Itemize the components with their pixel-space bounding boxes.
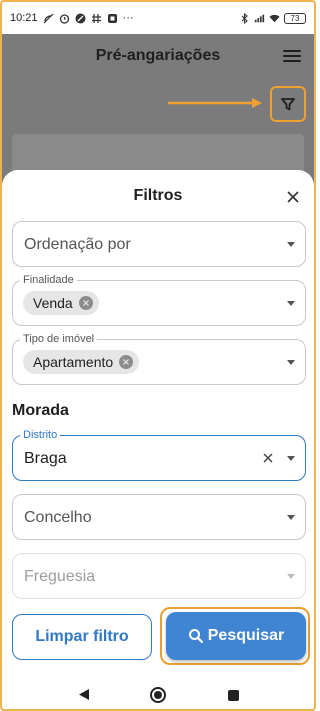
purpose-chip: Venda [23, 291, 99, 315]
remove-chip-icon[interactable] [119, 355, 134, 369]
annotation-arrow-icon [168, 98, 262, 108]
filter-button[interactable] [270, 86, 306, 122]
district-value: Braga [24, 450, 67, 467]
close-icon [287, 191, 299, 203]
chevron-down-icon [287, 515, 295, 520]
filter-sheet: Filtros Ordenação por Finalidade Venda T… [2, 170, 314, 678]
municipality-select[interactable]: Concelho [12, 494, 306, 540]
chevron-down-icon [287, 574, 295, 579]
screen: 10:21 ··· 73 Pré-angariações Filtros Ord… [0, 0, 316, 711]
chevron-down-icon [287, 301, 295, 306]
do-not-disturb-icon [75, 13, 86, 24]
home-icon[interactable] [150, 687, 166, 703]
property-type-select[interactable]: Tipo de imóvel Apartamento [12, 333, 306, 385]
nfc-icon [107, 13, 118, 24]
system-nav-bar [2, 678, 314, 709]
recents-icon[interactable] [228, 690, 239, 701]
district-label: Distrito [20, 429, 61, 441]
bluetooth-icon [239, 12, 250, 24]
search-button[interactable]: Pesquisar [166, 612, 306, 660]
purpose-select[interactable]: Finalidade Venda [12, 274, 306, 326]
property-type-chip-label: Apartamento [33, 354, 114, 370]
property-type-chip: Apartamento [23, 350, 140, 374]
chevron-down-icon [287, 456, 295, 461]
clear-filter-button[interactable]: Limpar filtro [12, 614, 152, 660]
status-time: 10:21 [10, 12, 38, 24]
remove-chip-icon[interactable] [78, 296, 93, 310]
municipality-placeholder: Concelho [24, 509, 92, 526]
filter-funnel-icon [281, 98, 295, 111]
battery-icon: 73 [284, 12, 306, 24]
parish-select: Freguesia [12, 553, 306, 599]
signal-icon [254, 13, 265, 24]
purpose-label: Finalidade [20, 274, 77, 286]
close-button[interactable] [282, 186, 304, 208]
page-title: Pré-angariações [95, 47, 221, 64]
sort-by-select[interactable]: Ordenação por [12, 221, 306, 267]
chevron-down-icon [287, 360, 295, 365]
district-select[interactable]: Distrito Braga [12, 429, 306, 481]
sort-by-placeholder: Ordenação por [24, 236, 131, 253]
call-off-icon [43, 13, 54, 24]
purpose-chip-label: Venda [33, 295, 73, 311]
property-type-label: Tipo de imóvel [20, 333, 98, 345]
hash-icon [91, 13, 102, 24]
address-section-heading: Morada [12, 402, 69, 419]
app-bar: Pré-angariações [2, 34, 314, 78]
hamburger-menu-icon[interactable] [282, 46, 302, 66]
sheet-title: Filtros [133, 187, 183, 204]
alarm-icon [59, 13, 70, 24]
search-button-label: Pesquisar [207, 627, 285, 644]
parish-placeholder: Freguesia [24, 568, 96, 585]
status-bar: 10:21 ··· 73 [2, 2, 314, 34]
search-icon [188, 629, 203, 644]
back-icon[interactable] [78, 688, 90, 701]
wifi-icon [269, 13, 280, 24]
clear-icon[interactable] [261, 451, 275, 465]
chevron-down-icon [287, 242, 295, 247]
more-notifications-indicator: ··· [122, 12, 134, 24]
